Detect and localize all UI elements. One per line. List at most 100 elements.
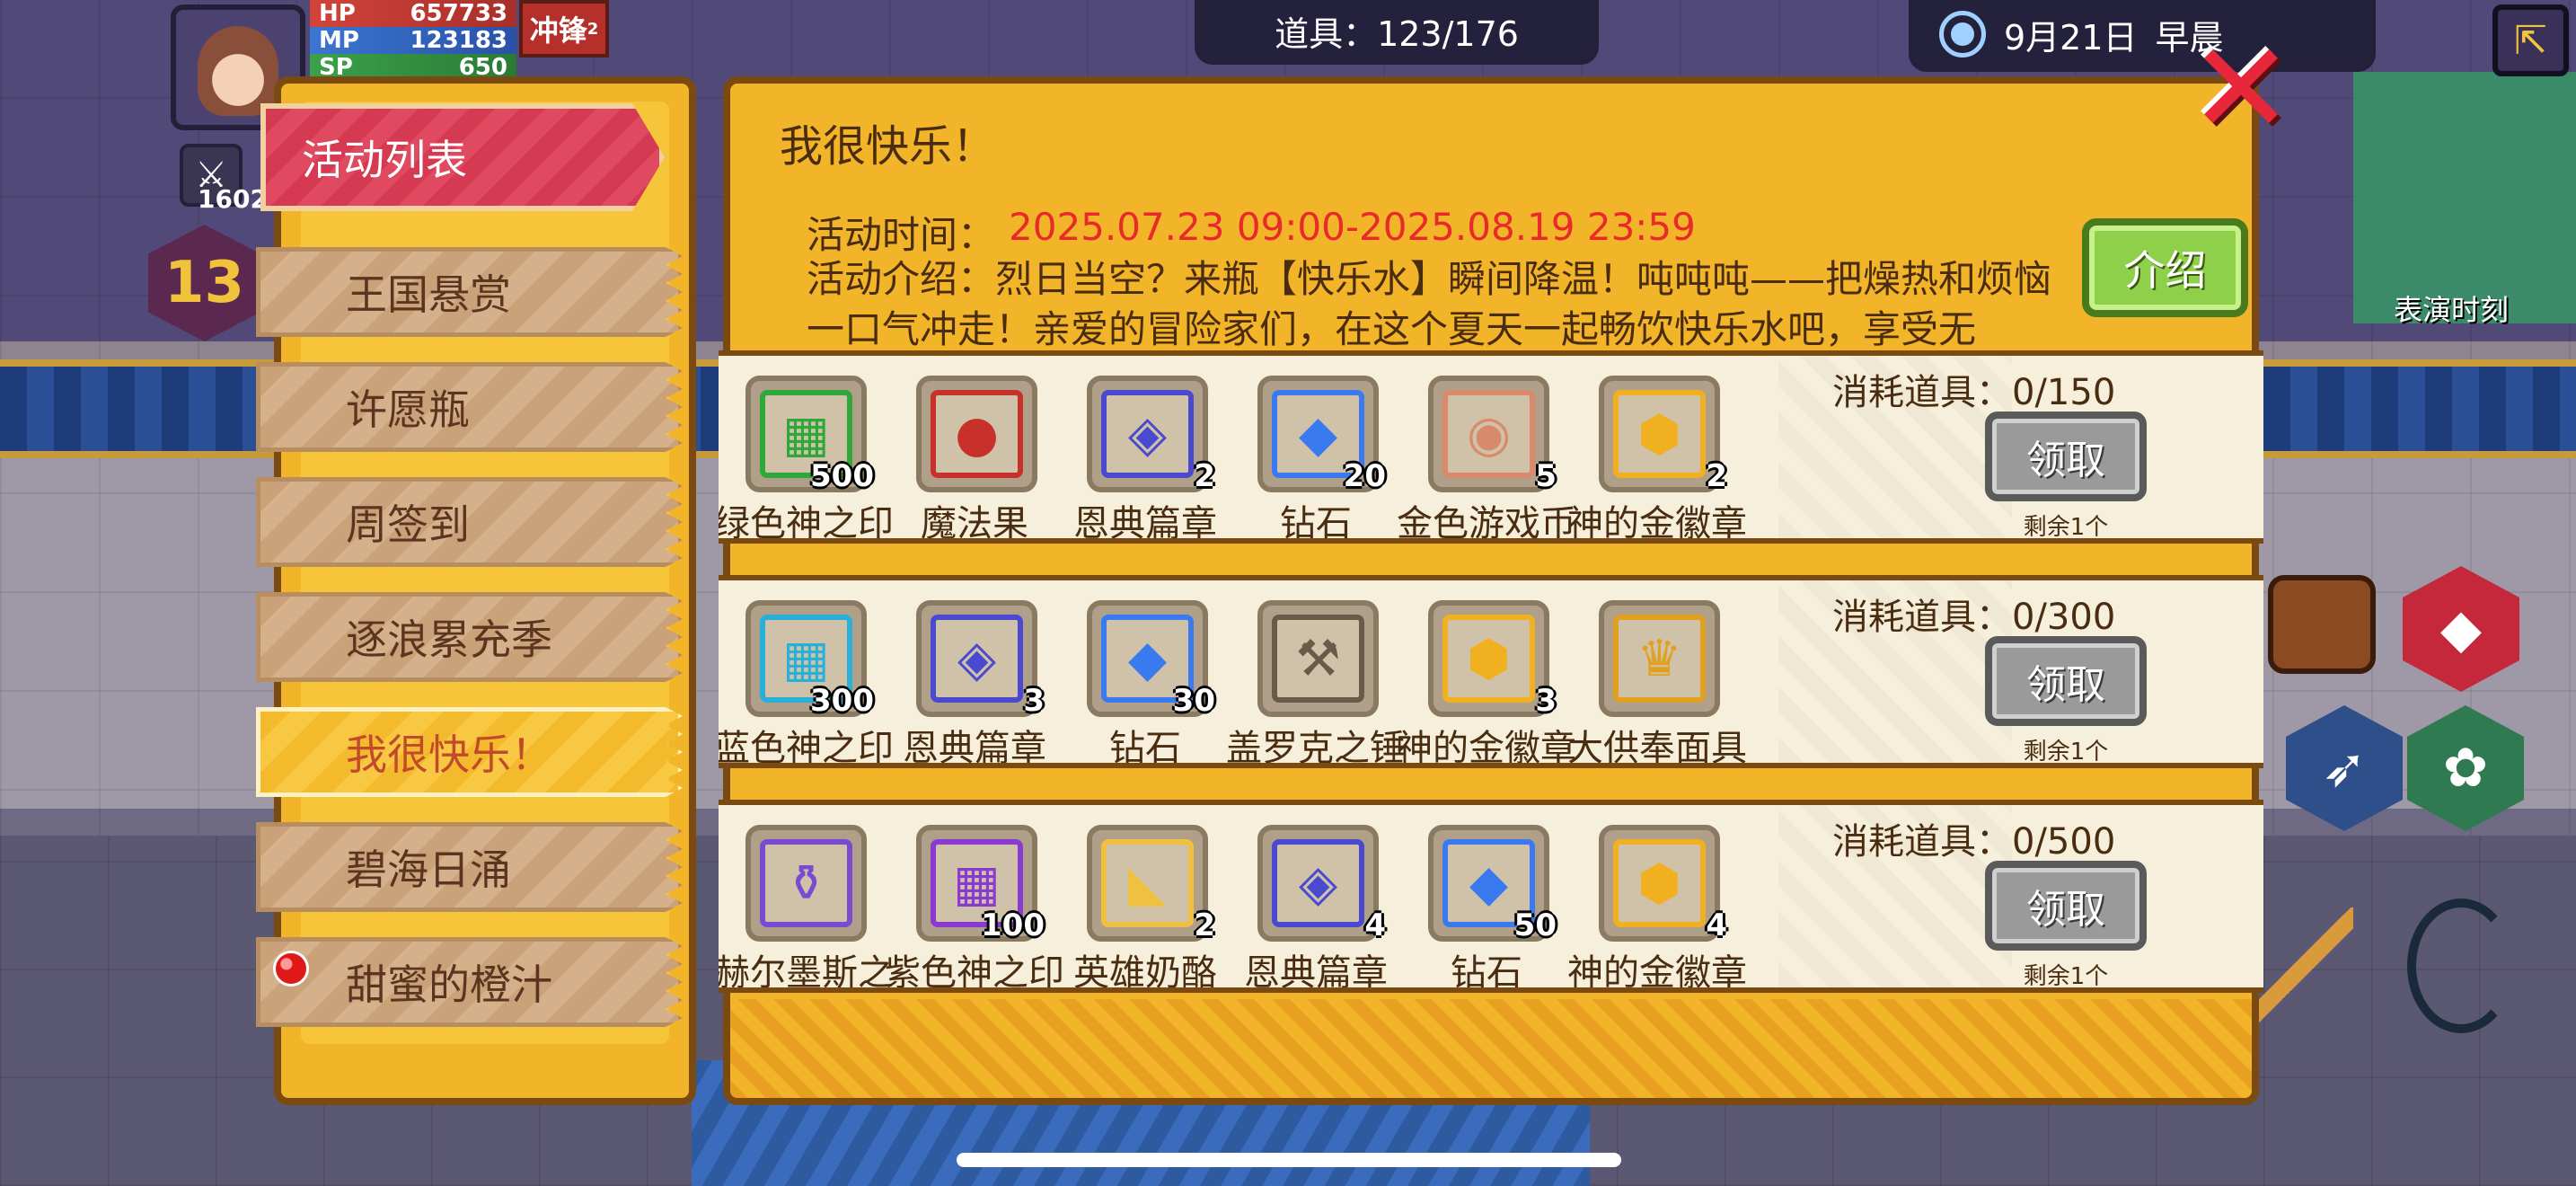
item-slot: ◈	[1257, 825, 1379, 942]
gold-badge-icon: ⬢	[1442, 615, 1535, 703]
home-indicator[interactable]	[957, 1153, 1621, 1167]
avatar	[198, 26, 278, 116]
bow-icon[interactable]	[2407, 898, 2515, 1033]
item-name: 神的金徽章	[1397, 728, 1576, 768]
reward-item[interactable]: ⚒ 盖罗克之锤	[1226, 600, 1406, 763]
item-name: 钻石	[1280, 503, 1352, 544]
backpack-icon[interactable]	[2268, 575, 2376, 674]
panel-bottom-stripe	[730, 999, 2252, 1098]
reward-item[interactable]: ◆ 50 钻石	[1424, 825, 1557, 987]
item-slot: ♛	[1599, 600, 1720, 717]
item-name: 绿色神之印迹	[719, 503, 894, 544]
remaining-count: 剩余1个	[2023, 963, 2109, 990]
item-slot: ⚒	[1257, 600, 1379, 717]
performance-time-label: 表演时刻	[2394, 293, 2510, 327]
reward-item[interactable]: ♛ 大供奉面具	[1567, 600, 1747, 763]
reward-item[interactable]: ◣ 2 英雄奶酪	[1073, 825, 1217, 987]
claim-button[interactable]: 领取	[1985, 412, 2147, 501]
coin-icon: ◉	[1442, 390, 1535, 478]
player-stats: HP 657733 MP 123183 SP 650	[310, 0, 516, 81]
close-icon[interactable]: ✕	[2183, 27, 2299, 153]
claim-button[interactable]: 领取	[1985, 861, 2147, 951]
hammer-icon: ⚒	[1272, 615, 1364, 703]
gold-badge-icon: ⬢	[1613, 390, 1706, 478]
item-slot: ⬢	[1599, 376, 1720, 492]
item-name: 赫尔墨斯之瓶	[719, 952, 894, 993]
item-slot: ●	[916, 376, 1037, 492]
sun-icon	[1939, 11, 1986, 58]
tab-label: 许愿瓶	[346, 385, 470, 434]
charge-badge[interactable]: 冲锋 2	[519, 0, 609, 58]
reward-items: ⚱赫尔墨斯之瓶▦100紫色神之印迹◣2英雄奶酪◈4恩典篇章 ◆50钻石⬢4神的金徽…	[719, 805, 1778, 987]
item-slot: ◣	[1087, 825, 1208, 942]
reward-item[interactable]: ◈ 3 恩典篇章	[903, 600, 1046, 763]
tab-label: 甜蜜的橙汁	[346, 960, 552, 1009]
reward-item[interactable]: ⬢ 3 神的金徽章	[1397, 600, 1576, 763]
item-name: 蓝色神之印迹	[719, 728, 894, 768]
notification-dot	[273, 951, 309, 987]
reward-item[interactable]: ◆ 30 钻石	[1082, 600, 1215, 763]
reward-item[interactable]: ▦100紫色神之印迹	[885, 825, 1064, 987]
item-quantity: 3	[1023, 683, 1045, 719]
tab-happy[interactable]: 我很快乐！	[256, 707, 683, 797]
hp-value: 657733	[410, 0, 507, 27]
item-slot: ⬢	[1428, 600, 1549, 717]
reward-item[interactable]: ⬢ 4 神的金徽章	[1567, 825, 1747, 987]
item-slot: ⬢	[1599, 825, 1720, 942]
grace-card-icon: ◈	[1272, 839, 1364, 927]
reward-item[interactable]: ◈ 2 恩典篇章	[1073, 376, 1217, 538]
date-display: 9月21日 早晨	[1909, 0, 2376, 72]
cost-label: 消耗道具：0/300	[1832, 597, 2116, 638]
item-quantity: 300	[810, 683, 874, 719]
item-quantity: 500	[810, 458, 874, 494]
reward-item[interactable]: ⬢ 2 神的金徽章	[1567, 376, 1747, 538]
item-name: 钻石	[1451, 952, 1522, 993]
reward-item[interactable]: ◈ 4 恩典篇章	[1244, 825, 1388, 987]
mp-value: 123183	[410, 27, 507, 54]
grace-card-icon: ◈	[1101, 390, 1194, 478]
tab-wave-recharge[interactable]: 逐浪累充季	[256, 592, 683, 682]
item-quantity: 4	[1364, 907, 1386, 943]
cheese-icon: ◣	[1101, 839, 1194, 927]
tab-sweet-orange-juice[interactable]: 甜蜜的橙汁	[256, 937, 683, 1027]
item-name: 魔法果	[921, 503, 1028, 544]
item-quantity: 2	[1706, 458, 1727, 494]
reward-item[interactable]: ⚱赫尔墨斯之瓶	[719, 825, 894, 987]
tab-label: 逐浪累充季	[346, 615, 552, 664]
item-quantity: 30	[1172, 683, 1215, 719]
item-quantity: 3	[1535, 683, 1557, 719]
item-quantity: 20	[1343, 458, 1386, 494]
tab-label: 碧海日涌	[346, 845, 511, 894]
item-name: 神的金徽章	[1567, 952, 1747, 993]
minimap[interactable]	[2353, 72, 2576, 323]
reward-item[interactable]: ▦500绿色神之印迹	[719, 376, 894, 538]
reward-item[interactable]: ◉ 5 金色游戏币	[1397, 376, 1576, 538]
tab-wishing-bottle[interactable]: 许愿瓶	[256, 362, 683, 452]
item-name: 金色游戏币	[1397, 503, 1576, 544]
tab-kingdom-bounty[interactable]: 王国悬赏	[256, 247, 683, 337]
remaining-count: 剩余1个	[2023, 514, 2109, 541]
item-slot: ⚱	[745, 825, 867, 942]
reward-item[interactable]: ▦300蓝色神之印迹	[719, 600, 894, 763]
event-list-header: 活动列表	[260, 103, 665, 211]
tab-label: 王国悬赏	[346, 270, 511, 319]
intro-button[interactable]: 介绍	[2082, 218, 2248, 317]
tab-weekly-checkin[interactable]: 周签到	[256, 477, 683, 567]
event-intro: 活动介绍：烈日当空？来瓶【快乐水】瞬间降温！吨吨吨——把燥热和烦恼一口气冲走！亲…	[807, 257, 2052, 351]
item-name: 英雄奶酪	[1073, 952, 1217, 993]
tab-sea-sunrise[interactable]: 碧海日涌	[256, 822, 683, 912]
reward-row: ⚱赫尔墨斯之瓶▦100紫色神之印迹◣2英雄奶酪◈4恩典篇章◆50钻石⬢4神的金徽…	[719, 800, 2263, 993]
item-quantity: 5	[1535, 458, 1557, 494]
reward-item[interactable]: ◆ 20 钻石	[1253, 376, 1386, 538]
claim-button[interactable]: 领取	[1985, 636, 2147, 726]
item-name: 紫色神之印迹	[885, 952, 1064, 993]
remaining-count: 剩余1个	[2023, 739, 2109, 766]
golden-mask-icon: ♛	[1613, 615, 1706, 703]
exit-icon[interactable]: ⇱	[2492, 4, 2569, 76]
mp-label: MP	[319, 27, 359, 54]
item-name: 恩典篇章	[1073, 503, 1217, 544]
item-quantity: 4	[1706, 907, 1727, 943]
potion-icon: ⚱	[760, 839, 852, 927]
item-quantity: 2	[1194, 907, 1215, 943]
reward-item[interactable]: ● 魔法果	[912, 376, 1037, 538]
